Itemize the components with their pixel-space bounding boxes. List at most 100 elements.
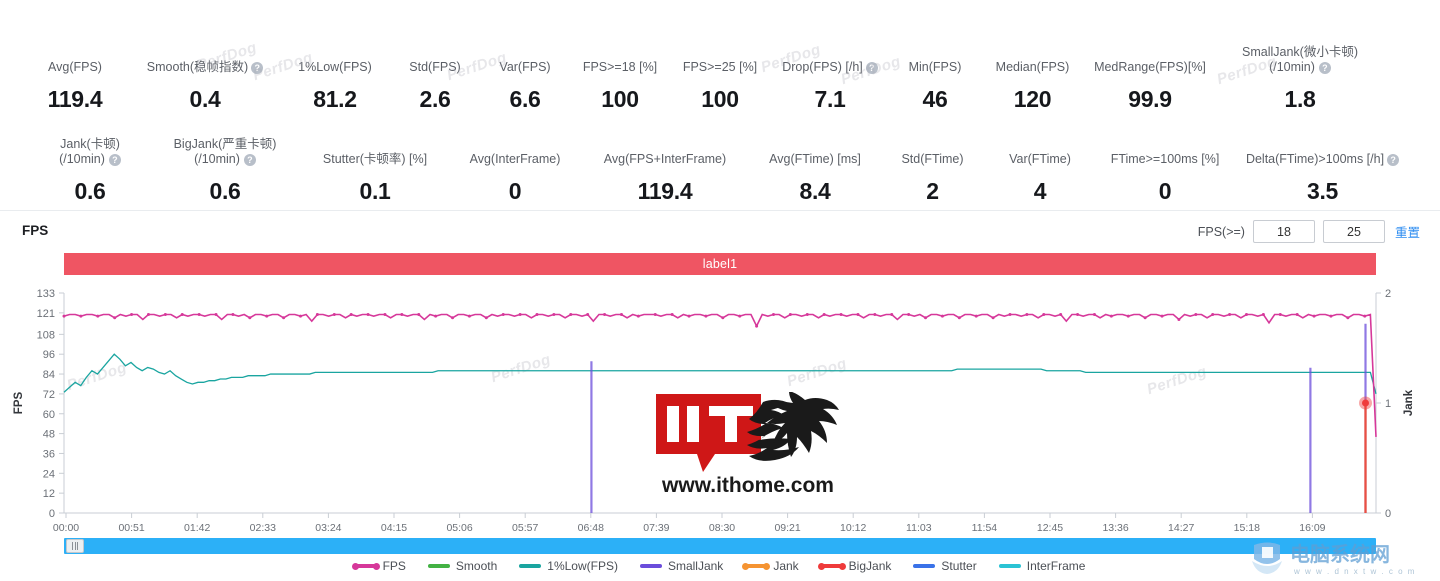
metric-label: Min(FPS) — [909, 60, 962, 75]
metric-card: SmallJank(微小卡顿) (/10min)? 1.8 — [1215, 45, 1385, 112]
series-point-fps — [282, 316, 286, 320]
legend-item-bigjank[interactable]: BigJank — [817, 559, 891, 573]
legend-label: FPS — [382, 559, 406, 573]
metric-label-line1: SmallJank(微小卡顿) — [1242, 45, 1358, 59]
legend-color-swatch — [817, 562, 846, 570]
x-tick-label: 02:33 — [250, 522, 276, 534]
y-axis-title: FPS — [13, 391, 25, 414]
metric-value: 2.6 — [419, 86, 451, 112]
series-point-fps — [535, 313, 539, 316]
series-point-fps — [315, 313, 319, 316]
legend-item-smooth[interactable]: Smooth — [427, 559, 498, 573]
series-point-fps — [1244, 313, 1248, 316]
metric-value: 81.2 — [313, 86, 357, 112]
bigjank-marker[interactable] — [1362, 399, 1370, 407]
fps-threshold-controls: FPS(>=) 重置 — [1198, 220, 1422, 243]
legend-item-stutter[interactable]: Stutter — [913, 559, 977, 573]
metric-label: Jank(卡顿) (/10min)? — [59, 137, 121, 167]
y-tick-label: 48 — [43, 429, 55, 441]
metric-label-line2: (/10min)? — [59, 152, 121, 167]
metric-label-line1: BigJank(严重卡顿) — [173, 137, 277, 151]
series-point-fps — [1177, 317, 1181, 321]
legend-item-smalljank[interactable]: SmallJank — [639, 559, 724, 573]
help-icon[interactable]: ? — [1387, 153, 1400, 166]
series-point-fps — [383, 313, 387, 316]
metric-card: FPS>=18 [%] 100 — [570, 60, 670, 112]
metric-label: Std(FTime) — [901, 152, 963, 167]
series-point-fps — [1059, 313, 1063, 316]
x-tick-label: 16:09 — [1299, 522, 1325, 534]
legend-item-jank[interactable]: Jank — [742, 559, 799, 573]
timeline-scrollbar-handle[interactable] — [66, 539, 84, 553]
x-tick-label: 10:12 — [840, 522, 866, 534]
series-point-fps — [1143, 316, 1147, 320]
fps-chart-plot[interactable]: 0 12 24 36 48 60 72 84 96 108 121 133 0 1 2 FPS Jank 00:0… — [0, 285, 1440, 535]
fps-threshold-low-input[interactable] — [1252, 220, 1315, 243]
legend-item-interframe[interactable]: InterFrame — [998, 559, 1085, 573]
series-point-fps — [856, 313, 860, 316]
fps-threshold-high-input[interactable] — [1322, 220, 1385, 243]
series-line-1pct-low — [63, 353, 1377, 395]
series-point-fps — [180, 313, 184, 316]
metric-value: 99.9 — [1128, 86, 1172, 112]
metric-value: 0.1 — [359, 178, 391, 204]
legend-label: SmallJank — [667, 559, 724, 573]
chart-legend: FPS Smooth 1%Low(FPS) SmallJank Jank BigJank S… — [0, 559, 1440, 573]
series-point-fps — [1312, 314, 1316, 318]
help-icon[interactable]: ? — [108, 153, 121, 166]
x-tick-label: 01:42 — [184, 522, 210, 534]
series-point-fps — [417, 313, 421, 316]
reset-button[interactable]: 重置 — [1393, 222, 1422, 241]
series-point-fps — [299, 314, 302, 318]
metric-label-text: FPS>=25 [%] — [682, 60, 758, 74]
fps-threshold-label: FPS(>=) — [1197, 224, 1245, 239]
help-icon[interactable]: ? — [251, 61, 264, 74]
metric-card: Drop(FPS) [/h]? 7.1 — [770, 60, 890, 112]
metric-value: 7.1 — [814, 86, 846, 112]
metric-value: 0.4 — [189, 86, 221, 112]
chart-title: FPS — [22, 223, 49, 238]
metric-label-lines: Jank(卡顿) (/10min)? — [59, 137, 121, 167]
metric-card: BigJank(严重卡顿) (/10min)? 0.6 — [150, 137, 300, 204]
series-point-fps — [1109, 314, 1113, 318]
legend-color-swatch — [639, 564, 662, 568]
series-point-fps — [738, 314, 742, 318]
chart-header: FPS FPS(>=) 重置 — [0, 210, 1440, 250]
x-tick-label: 00:00 — [53, 522, 79, 534]
y-tick-label: 60 — [43, 409, 55, 421]
perfdog-fps-report: Avg(FPS) 119.4 Smooth(稳帧指数)? 0.4 1%Low(FPS) 8… — [0, 0, 1440, 581]
legend-color-swatch — [519, 564, 542, 568]
metric-label-text: Min(FPS) — [908, 60, 962, 74]
series-point-fps — [1076, 313, 1080, 316]
metric-card: Delta(FTime)>100ms [/h]? 3.5 — [1235, 152, 1410, 204]
legend-label: Smooth — [455, 559, 498, 573]
metric-label-line1: Jank(卡顿) — [60, 137, 120, 151]
metric-label: Avg(FPS+InterFrame) — [604, 152, 726, 167]
legend-item-1-low-fps[interactable]: 1%Low(FPS) — [519, 559, 618, 573]
metric-label-text: Delta(FTime)>100ms [/h] — [1245, 152, 1385, 166]
help-icon[interactable]: ? — [1318, 61, 1331, 74]
metric-value: 119.4 — [47, 86, 103, 112]
series-point-fps — [366, 313, 370, 316]
series-point-fps — [1295, 313, 1299, 316]
segment-label-banner[interactable]: label1 — [64, 253, 1376, 275]
legend-item-fps[interactable]: FPS — [351, 559, 406, 573]
series-point-fps — [873, 313, 877, 316]
metric-label: FPS>=25 [%] — [683, 60, 757, 75]
series-point-fps — [146, 313, 150, 316]
series-point-fps — [467, 314, 471, 318]
metric-card: Avg(FTime) [ms] 8.4 — [750, 152, 880, 204]
timeline-scrollbar[interactable] — [64, 538, 1376, 554]
series-point-fps — [163, 313, 167, 316]
legend-color-swatch — [998, 564, 1021, 568]
help-icon[interactable]: ? — [243, 153, 256, 166]
metric-value: 2 — [926, 178, 939, 204]
series-point-fps — [214, 313, 218, 316]
metric-value: 46 — [922, 86, 948, 112]
series-point-fps — [349, 313, 353, 316]
metric-card: FTime>=100ms [%] 0 — [1095, 152, 1235, 204]
fps-chart-svg[interactable]: 01224364860728496108121133012FPS Jank00:0… — [0, 285, 1440, 535]
legend-color-swatch — [351, 562, 380, 570]
help-icon[interactable]: ? — [865, 61, 878, 74]
metric-label-text: Avg(InterFrame) — [469, 152, 561, 166]
